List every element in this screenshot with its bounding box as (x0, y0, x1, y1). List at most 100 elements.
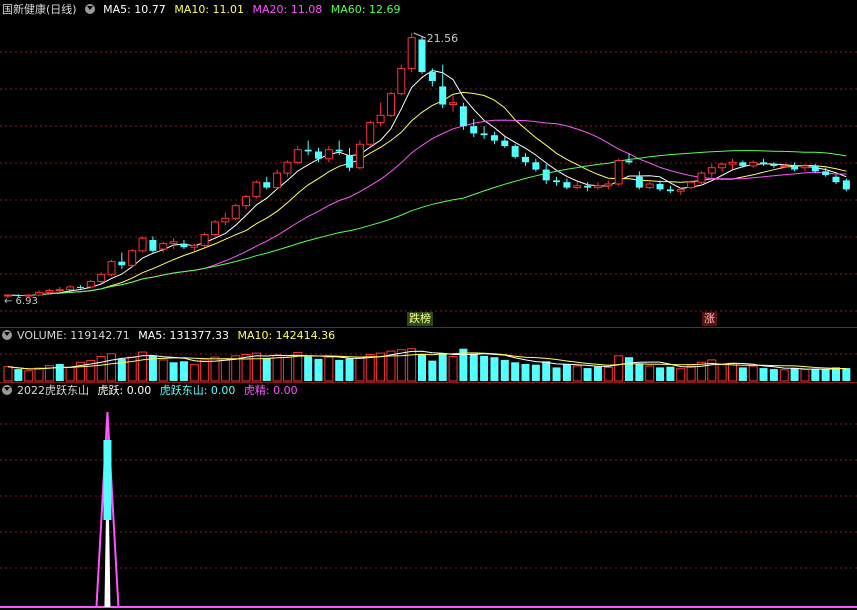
price-panel[interactable]: 国新健康(日线) MA5: 10.77 MA10: 11.01 MA20: 11… (0, 0, 857, 327)
volume-bar (365, 353, 375, 382)
signal-dieban: 跌榜 (407, 312, 433, 326)
candle-body (200, 234, 209, 246)
candle-body (811, 165, 819, 172)
candle-body (604, 183, 613, 187)
candle-body (480, 133, 488, 136)
ma10-label: MA10: 11.01 (174, 3, 245, 16)
candle-body (625, 160, 633, 163)
candle-body (45, 290, 54, 293)
price-chart[interactable]: 21.56 ← 6.93 (0, 0, 857, 327)
volume-bar (34, 367, 44, 382)
candle-body (335, 149, 343, 152)
volume-ma10-label: MA10: 142414.36 (237, 329, 336, 342)
candle-body (418, 39, 426, 72)
volume-bar (262, 357, 271, 381)
candle-body (263, 182, 271, 188)
candle-body (138, 237, 147, 252)
candle-body (273, 172, 282, 189)
volume-bar (220, 358, 230, 382)
indicator-chart[interactable] (0, 382, 857, 610)
volume-bar (696, 361, 706, 382)
dropdown-icon[interactable] (2, 385, 12, 395)
candle-body (169, 241, 178, 245)
dropdown-icon[interactable] (2, 330, 12, 340)
volume-bar (428, 360, 437, 381)
indicator-panel[interactable]: 2022虎跃东山 虎跃: 0.00 虎跃东山: 0.00 虎精: 0.00 (0, 382, 857, 610)
indicator-name: 2022虎跃东山 (17, 384, 89, 397)
ma60-label: MA60: 12.69 (330, 3, 401, 16)
volume-label: VOLUME: 119142.71 (17, 329, 130, 342)
volume-bar (728, 362, 737, 382)
candle-body (107, 261, 116, 275)
volume-bar (396, 349, 406, 382)
candle-body (66, 286, 75, 291)
candle-body (842, 180, 850, 190)
volume-bar (769, 369, 778, 381)
candle-body (366, 122, 375, 145)
candle-body (614, 160, 623, 185)
price-header: 国新健康(日线) MA5: 10.77 MA10: 11.01 MA20: 11… (2, 2, 405, 18)
volume-bar (666, 366, 675, 381)
volume-bar (645, 365, 655, 382)
candle-body (252, 181, 261, 198)
volume-bar (490, 357, 499, 381)
volume-bar (107, 353, 116, 382)
candle-body (800, 165, 809, 169)
candle-body (770, 164, 778, 166)
volume-bar (603, 366, 613, 382)
candle-body (822, 171, 830, 175)
volume-bar (759, 368, 768, 381)
candle-body (283, 161, 292, 174)
candle-body (211, 221, 219, 236)
volume-bar (314, 358, 323, 381)
candle-body (728, 161, 737, 165)
volume-bar (282, 356, 292, 382)
volume-bar (748, 365, 758, 382)
candle-body (324, 149, 333, 160)
volume-bar (562, 364, 571, 381)
candle-body (511, 146, 519, 157)
candle-body (221, 217, 230, 223)
candle-body (97, 273, 106, 283)
candle-body (791, 165, 799, 170)
candle-body (532, 162, 540, 170)
candle-body (501, 140, 509, 147)
volume-bar (272, 354, 282, 382)
candle-body (407, 37, 416, 69)
candle-body (76, 286, 84, 288)
volume-panel[interactable]: VOLUME: 119142.71 MA5: 131377.33 MA10: 1… (0, 327, 857, 382)
volume-bar (531, 364, 540, 381)
candle-body (553, 180, 561, 183)
candle-body (584, 185, 592, 188)
huyue-dongshan-label: 虎跃东山: 0.00 (159, 384, 236, 397)
volume-bar (614, 355, 624, 382)
volume-bar (3, 366, 13, 382)
volume-ma5-label: MA5: 131377.33 (138, 329, 229, 342)
candle-body (35, 291, 44, 296)
candle-body (346, 155, 354, 168)
candle-body (449, 102, 458, 106)
volume-bar (832, 367, 840, 381)
candle-body (355, 143, 364, 169)
candle-body (593, 185, 602, 189)
volume-bar (572, 365, 582, 382)
volume-bar (355, 356, 365, 382)
volume-bar (635, 364, 644, 381)
candle-body (635, 176, 643, 188)
candle-body (428, 71, 436, 82)
candle-body (832, 176, 840, 183)
huyue-dongshan-bar (103, 440, 112, 520)
high-price-label: 21.56 (427, 32, 459, 45)
candle-body (739, 162, 747, 166)
candle-body (760, 162, 768, 165)
volume-bar (738, 367, 747, 381)
candle-body (55, 289, 64, 292)
volume-bar (65, 366, 75, 382)
volume-bar (24, 370, 34, 382)
volume-bar (811, 368, 820, 381)
hujing-label: 虎精: 0.00 (243, 384, 298, 397)
candle-body (397, 67, 406, 95)
volume-bar (14, 369, 23, 381)
dropdown-icon[interactable] (84, 4, 95, 14)
candle-body (573, 185, 582, 189)
